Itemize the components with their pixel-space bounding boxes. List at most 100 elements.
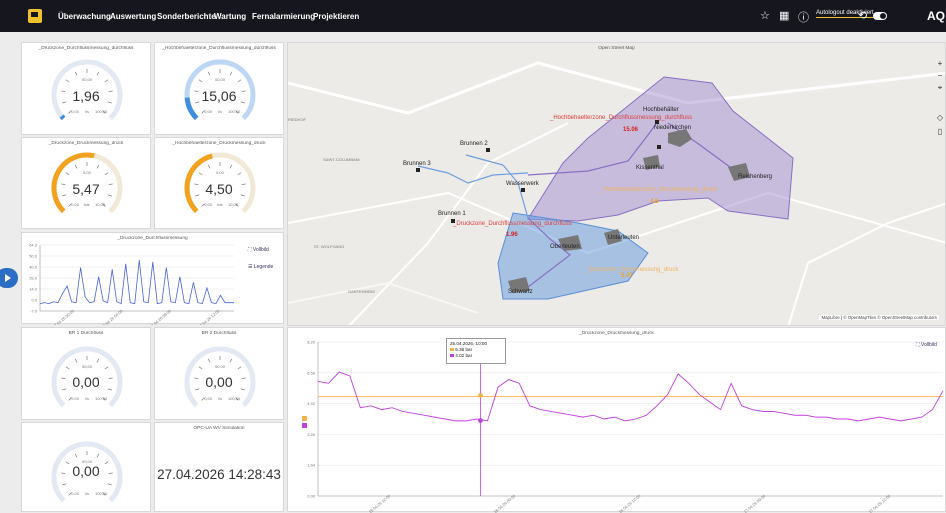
chart-tooltip: 25.04.2026, 10:00 5.36 bar 4.02 bar xyxy=(446,338,506,364)
pressure-line-chart[interactable]: 8.206.564.923.281.640.00 25.04.26 12:00 26… xyxy=(288,328,946,513)
gauge-panel-hochbehaelterzone-durchfluss: _Hochbehaelterzone_Durchflussmessung_dur… xyxy=(154,42,284,135)
well-label: Brunnen 3 xyxy=(403,161,431,167)
opc-panel: OPC-UA WV Simulation 27.04.2026 14:28:43 xyxy=(154,422,284,512)
gauge-min-label: 0,00 xyxy=(204,202,213,207)
region-value: 5.47 xyxy=(621,273,633,279)
gauge-tick xyxy=(104,366,109,370)
gauge-max-label: 100,00 xyxy=(95,109,108,114)
region-label: _Druckzone_Durchflussmessung_durchfluss xyxy=(452,221,572,227)
zoom-out-icon[interactable]: − xyxy=(935,71,945,81)
help-icon[interactable]: ⓘ xyxy=(798,9,809,25)
fullscreen-map-icon[interactable]: ▯ xyxy=(935,127,945,137)
series-legend-purple[interactable] xyxy=(302,423,307,428)
grid-icon[interactable]: ▦ xyxy=(779,9,789,22)
gauge-tick xyxy=(237,172,242,176)
x-tick-label: 27.04.26 00:00 xyxy=(51,308,75,325)
autologout-toggle[interactable] xyxy=(873,12,887,20)
gauge-panel-br1: BR 1 Durchfluss 50,00 0,00 l/s 100,00 0,00 xyxy=(21,327,151,420)
compass-icon[interactable]: ⌖ xyxy=(935,83,945,93)
gauge-tick xyxy=(96,71,100,76)
gauge-mid-label: 50,00 xyxy=(215,364,226,369)
map-canvas[interactable]: RIEDHOF SAINT-COLUMBANI ST. WOLFGANG GAR… xyxy=(288,43,946,326)
town-label: Reichenberg xyxy=(738,174,772,180)
gauge-tick xyxy=(74,164,78,169)
layers-icon[interactable]: ◇ xyxy=(935,113,945,123)
y-tick-label: 40.0 xyxy=(29,265,38,270)
fullscreen-label: Vollbild xyxy=(920,342,937,348)
nav-item-ueberwachung[interactable]: Überwachung xyxy=(58,12,111,21)
y-tick-label: 1.64 xyxy=(307,463,316,468)
y-tick-label: -7.0 xyxy=(30,309,38,314)
gauge-min-label: 0,00 xyxy=(204,396,213,401)
fullscreen-label: Vollbild xyxy=(252,247,269,253)
town-label: Unterleuten xyxy=(608,235,639,241)
gauge-tick xyxy=(74,453,78,458)
gauge-panel-br2: BR 2 Durchfluss 50,00 0,00 l/s 100,00 0,00 xyxy=(154,327,284,420)
tooltip-value: 4.02 bar xyxy=(455,353,473,358)
gauge-tick xyxy=(229,358,233,363)
nav-item-auswertung[interactable]: Auswertung xyxy=(110,12,156,21)
map-attribution: MapLibre | © OpenMapTiles © OpenStreetMa… xyxy=(819,315,939,320)
fullscreen-button[interactable]: ⛶ Vollbild xyxy=(916,342,937,348)
gauge-value: 0,00 xyxy=(72,463,100,479)
y-tick-label: 0.00 xyxy=(307,494,316,499)
zoom-in-icon[interactable]: + xyxy=(935,59,945,69)
gauge-unit: l/s xyxy=(218,109,222,114)
gauge-mid-label: 50,00 xyxy=(82,77,93,82)
panel-title: OPC-UA WV Simulation xyxy=(193,426,245,431)
gauge-value: 0,00 xyxy=(205,374,233,390)
gauge-tick xyxy=(229,71,233,76)
gauge-tick xyxy=(74,358,78,363)
gauge-panel-hochbehaelterzone-druck: _Hochbehaelterzone_Druckmessung_druck 5,… xyxy=(154,137,284,229)
gauge-unit: l/s xyxy=(85,491,89,496)
gauge-unit: l/s xyxy=(85,396,89,401)
nav-item-fernalarmierung[interactable]: Fernalarmierung xyxy=(252,12,315,21)
town-label: Schwartz xyxy=(508,289,533,295)
gauge-tick xyxy=(237,366,242,370)
map-panel[interactable]: Open Street Map RIEDHOF SAINT-COLUMBANI … xyxy=(287,42,946,326)
nav-item-sonderberichte[interactable]: Sonderberichte xyxy=(157,12,216,21)
gauge-panel-third: 50,00 0,00 l/s 100,00 0,00 xyxy=(21,422,151,512)
app-logo[interactable] xyxy=(28,9,42,23)
y-tick-label: 3.28 xyxy=(307,432,316,437)
gauge-tick xyxy=(207,164,211,169)
town-label: Niederkirchen xyxy=(654,125,691,131)
flow-chart-panel: _Druckzone_Durchflussmessung 64.3 50.0 40.… xyxy=(21,232,284,325)
series-line-1[interactable] xyxy=(39,260,234,305)
gauge-tick xyxy=(198,79,203,83)
gauge-tick xyxy=(65,172,70,176)
pressure-chart-panel: _Druckzone_Druckmessung_druck 8.20 6.56 4.… xyxy=(287,327,946,513)
gauge-tick xyxy=(96,453,100,458)
nav-item-projektieren[interactable]: Projektieren xyxy=(313,12,359,21)
tooltip-row: 4.02 bar xyxy=(450,353,502,359)
basemap-label: SAINT-COLUMBANI xyxy=(323,157,360,162)
map-title: Open Street Map xyxy=(598,46,635,51)
x-tick-label: 27.04.26 08:00 xyxy=(148,308,172,325)
gauge-max-label: 10,00 xyxy=(228,202,239,207)
basemap-label: ST. WOLFGANG xyxy=(314,244,344,249)
gauge-tick xyxy=(207,71,211,76)
y-tick-label: 64.3 xyxy=(29,243,38,248)
history-icon[interactable]: ⟲ xyxy=(858,9,867,22)
y-tick-label: 14.0 xyxy=(29,287,38,292)
brand-label: AQ xyxy=(927,9,945,23)
gauge-tick xyxy=(229,164,233,169)
gauge-min-label: 0,00 xyxy=(71,109,80,114)
legend-button[interactable]: ☰ Legende xyxy=(248,264,273,270)
y-tick-label: 8.20 xyxy=(307,340,316,345)
gauge-unit: bar xyxy=(217,202,223,207)
fullscreen-button[interactable]: ⛶ Vollbild xyxy=(248,247,269,253)
region-value: 15.06 xyxy=(623,127,639,133)
legend-label: Legende xyxy=(253,264,274,270)
region-label: _Hochbehaelterzone_Druckmessung_druck xyxy=(599,187,718,193)
gauge-mid-label: 5,00 xyxy=(216,170,225,175)
series-legend-orange[interactable] xyxy=(302,416,307,421)
gauge-panel-druckzone-durchfluss: _Druckzone_Durchflussmessung_durchfluss … xyxy=(21,42,151,135)
nav-item-wartung[interactable]: Wartung xyxy=(214,12,246,21)
tooltip-value: 5.36 bar xyxy=(455,347,473,352)
gauge-tick xyxy=(65,79,70,83)
gauge-tick xyxy=(107,483,112,486)
gauge-value: 5,47 xyxy=(72,181,100,197)
star-icon[interactable]: ☆ xyxy=(760,9,770,22)
sidebar-expand-tab[interactable] xyxy=(0,268,18,288)
